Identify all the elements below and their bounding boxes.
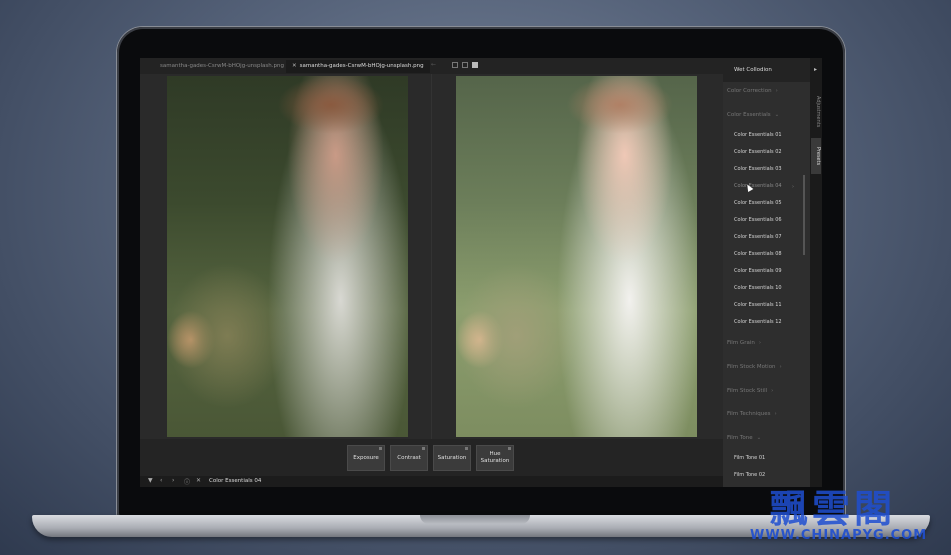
collapse-panel-icon[interactable]: ▸ bbox=[814, 66, 817, 73]
button-label: Exposure bbox=[353, 454, 379, 461]
comparison-divider[interactable] bbox=[431, 74, 432, 439]
options-icon bbox=[508, 447, 511, 450]
options-icon bbox=[422, 447, 425, 450]
preset-item[interactable]: Color Essentials 05 bbox=[734, 200, 782, 206]
filter-icon[interactable]: ▼ bbox=[148, 477, 153, 484]
tab-label: samantha-gades-CsrwM-bHOjg-unsplash.png bbox=[160, 63, 284, 69]
chevron-left-icon[interactable]: ‹ bbox=[160, 477, 162, 484]
arrow-left-icon[interactable]: ← bbox=[431, 61, 436, 68]
image-canvas bbox=[140, 74, 723, 439]
category-film-stock-still[interactable]: Film Stock Still › bbox=[727, 388, 773, 394]
preset-item[interactable]: Color Essentials 11 bbox=[734, 302, 782, 308]
preset-item[interactable]: Color Essentials 03 bbox=[734, 166, 782, 172]
presets-panel: Wet Collodion Color Correction › Color Es… bbox=[723, 58, 810, 487]
tab-label: samantha-gades-CsrwM-bHOjg-unsplash.png bbox=[299, 63, 424, 69]
tab-bar: samantha-gades-CsrwM-bHOjg-unsplash.png … bbox=[140, 58, 723, 74]
preset-item[interactable]: Color Essentials 07 bbox=[734, 234, 782, 240]
after-photo bbox=[456, 76, 697, 437]
laptop-notch bbox=[420, 515, 530, 524]
category-film-tone[interactable]: Film Tone ⌄ bbox=[727, 435, 761, 441]
category-label: Film Grain bbox=[727, 340, 755, 346]
chevron-right-icon[interactable]: › bbox=[172, 477, 174, 484]
preset-item[interactable]: Color Essentials 10 bbox=[734, 285, 782, 291]
preset-item[interactable]: Color Essentials 02 bbox=[734, 149, 782, 155]
category-label: Film Stock Still bbox=[727, 388, 768, 394]
view-mode-switcher bbox=[452, 62, 478, 68]
chevron-right-icon[interactable]: › bbox=[792, 184, 794, 190]
panel-scrollbar[interactable] bbox=[803, 175, 805, 255]
tab-presets[interactable]: Presets bbox=[811, 138, 821, 174]
category-film-techniques[interactable]: Film Techniques › bbox=[727, 411, 777, 417]
preset-item[interactable]: Color Essentials 01 bbox=[734, 132, 782, 138]
category-label: Color Essentials bbox=[727, 112, 771, 118]
split-view-icon[interactable] bbox=[462, 62, 468, 68]
panel-header: Wet Collodion bbox=[723, 58, 810, 82]
tab-image-1[interactable]: samantha-gades-CsrwM-bHOjg-unsplash.png bbox=[154, 60, 290, 73]
button-label: Hue Saturation bbox=[480, 451, 510, 464]
preset-item[interactable]: Color Essentials 08 bbox=[734, 251, 782, 257]
tab-image-2[interactable]: ✕ samantha-gades-CsrwM-bHOjg-unsplash.png bbox=[286, 60, 430, 73]
single-view-icon[interactable] bbox=[452, 62, 458, 68]
close-icon[interactable]: ✕ bbox=[292, 63, 297, 69]
preset-item[interactable]: Color Essentials 06 bbox=[734, 217, 782, 223]
chevron-down-icon: ⌄ bbox=[756, 435, 762, 441]
current-preset-label: Color Essentials 04 bbox=[209, 478, 262, 484]
chevron-right-icon: › bbox=[779, 364, 782, 370]
before-photo bbox=[167, 76, 408, 437]
category-film-grain[interactable]: Film Grain › bbox=[727, 340, 761, 346]
button-label: Contrast bbox=[397, 454, 421, 461]
contrast-button[interactable]: Contrast bbox=[390, 445, 428, 471]
category-color-essentials[interactable]: Color Essentials ⌄ bbox=[727, 112, 779, 118]
category-label: Film Tone bbox=[727, 435, 753, 441]
preset-wet-collodion[interactable]: Wet Collodion bbox=[734, 67, 772, 73]
watermark-logo: 飄雲閣 bbox=[770, 486, 897, 531]
category-label: Color Correction bbox=[727, 88, 772, 94]
options-icon bbox=[379, 447, 382, 450]
category-color-correction[interactable]: Color Correction › bbox=[727, 88, 778, 94]
chevron-right-icon: › bbox=[758, 340, 762, 346]
category-label: Film Stock Motion bbox=[727, 364, 776, 370]
chevron-right-icon: › bbox=[775, 88, 778, 94]
saturation-button[interactable]: Saturation bbox=[433, 445, 471, 471]
side-by-side-view-icon[interactable] bbox=[472, 62, 478, 68]
category-label: Film Techniques bbox=[727, 411, 771, 417]
exposure-button[interactable]: Exposure bbox=[347, 445, 385, 471]
chevron-right-icon: › bbox=[771, 388, 774, 394]
chevron-right-icon: › bbox=[774, 411, 777, 417]
app-screen: samantha-gades-CsrwM-bHOjg-unsplash.png … bbox=[140, 58, 822, 487]
side-tab-strip: ▸ Adjustments Presets bbox=[810, 58, 822, 487]
button-label: Saturation bbox=[437, 454, 467, 461]
watermark-url: WWW.CHINAPYG.COM bbox=[750, 528, 928, 543]
info-icon[interactable]: ⓘ bbox=[184, 477, 190, 486]
preset-item[interactable]: Film Tone 02 bbox=[734, 472, 765, 478]
preset-item[interactable]: Film Tone 01 bbox=[734, 455, 765, 461]
tab-adjustments[interactable]: Adjustments bbox=[811, 92, 821, 132]
close-icon[interactable]: ✕ bbox=[196, 477, 201, 484]
preset-item[interactable]: Color Essentials 09 bbox=[734, 268, 782, 274]
options-icon bbox=[465, 447, 468, 450]
category-film-stock-motion[interactable]: Film Stock Motion › bbox=[727, 364, 782, 370]
status-bar: ▼ ‹ › ⓘ ✕ Color Essentials 04 bbox=[140, 476, 723, 487]
chevron-down-icon: ⌄ bbox=[774, 112, 780, 118]
preset-item-hovered[interactable]: Color Essentials 04 bbox=[734, 183, 782, 189]
hue-saturation-button[interactable]: Hue Saturation bbox=[476, 445, 514, 471]
preset-item[interactable]: Color Essentials 12 bbox=[734, 319, 782, 325]
adjustment-toolbar: Exposure Contrast Saturation Hue Saturat… bbox=[140, 439, 723, 476]
